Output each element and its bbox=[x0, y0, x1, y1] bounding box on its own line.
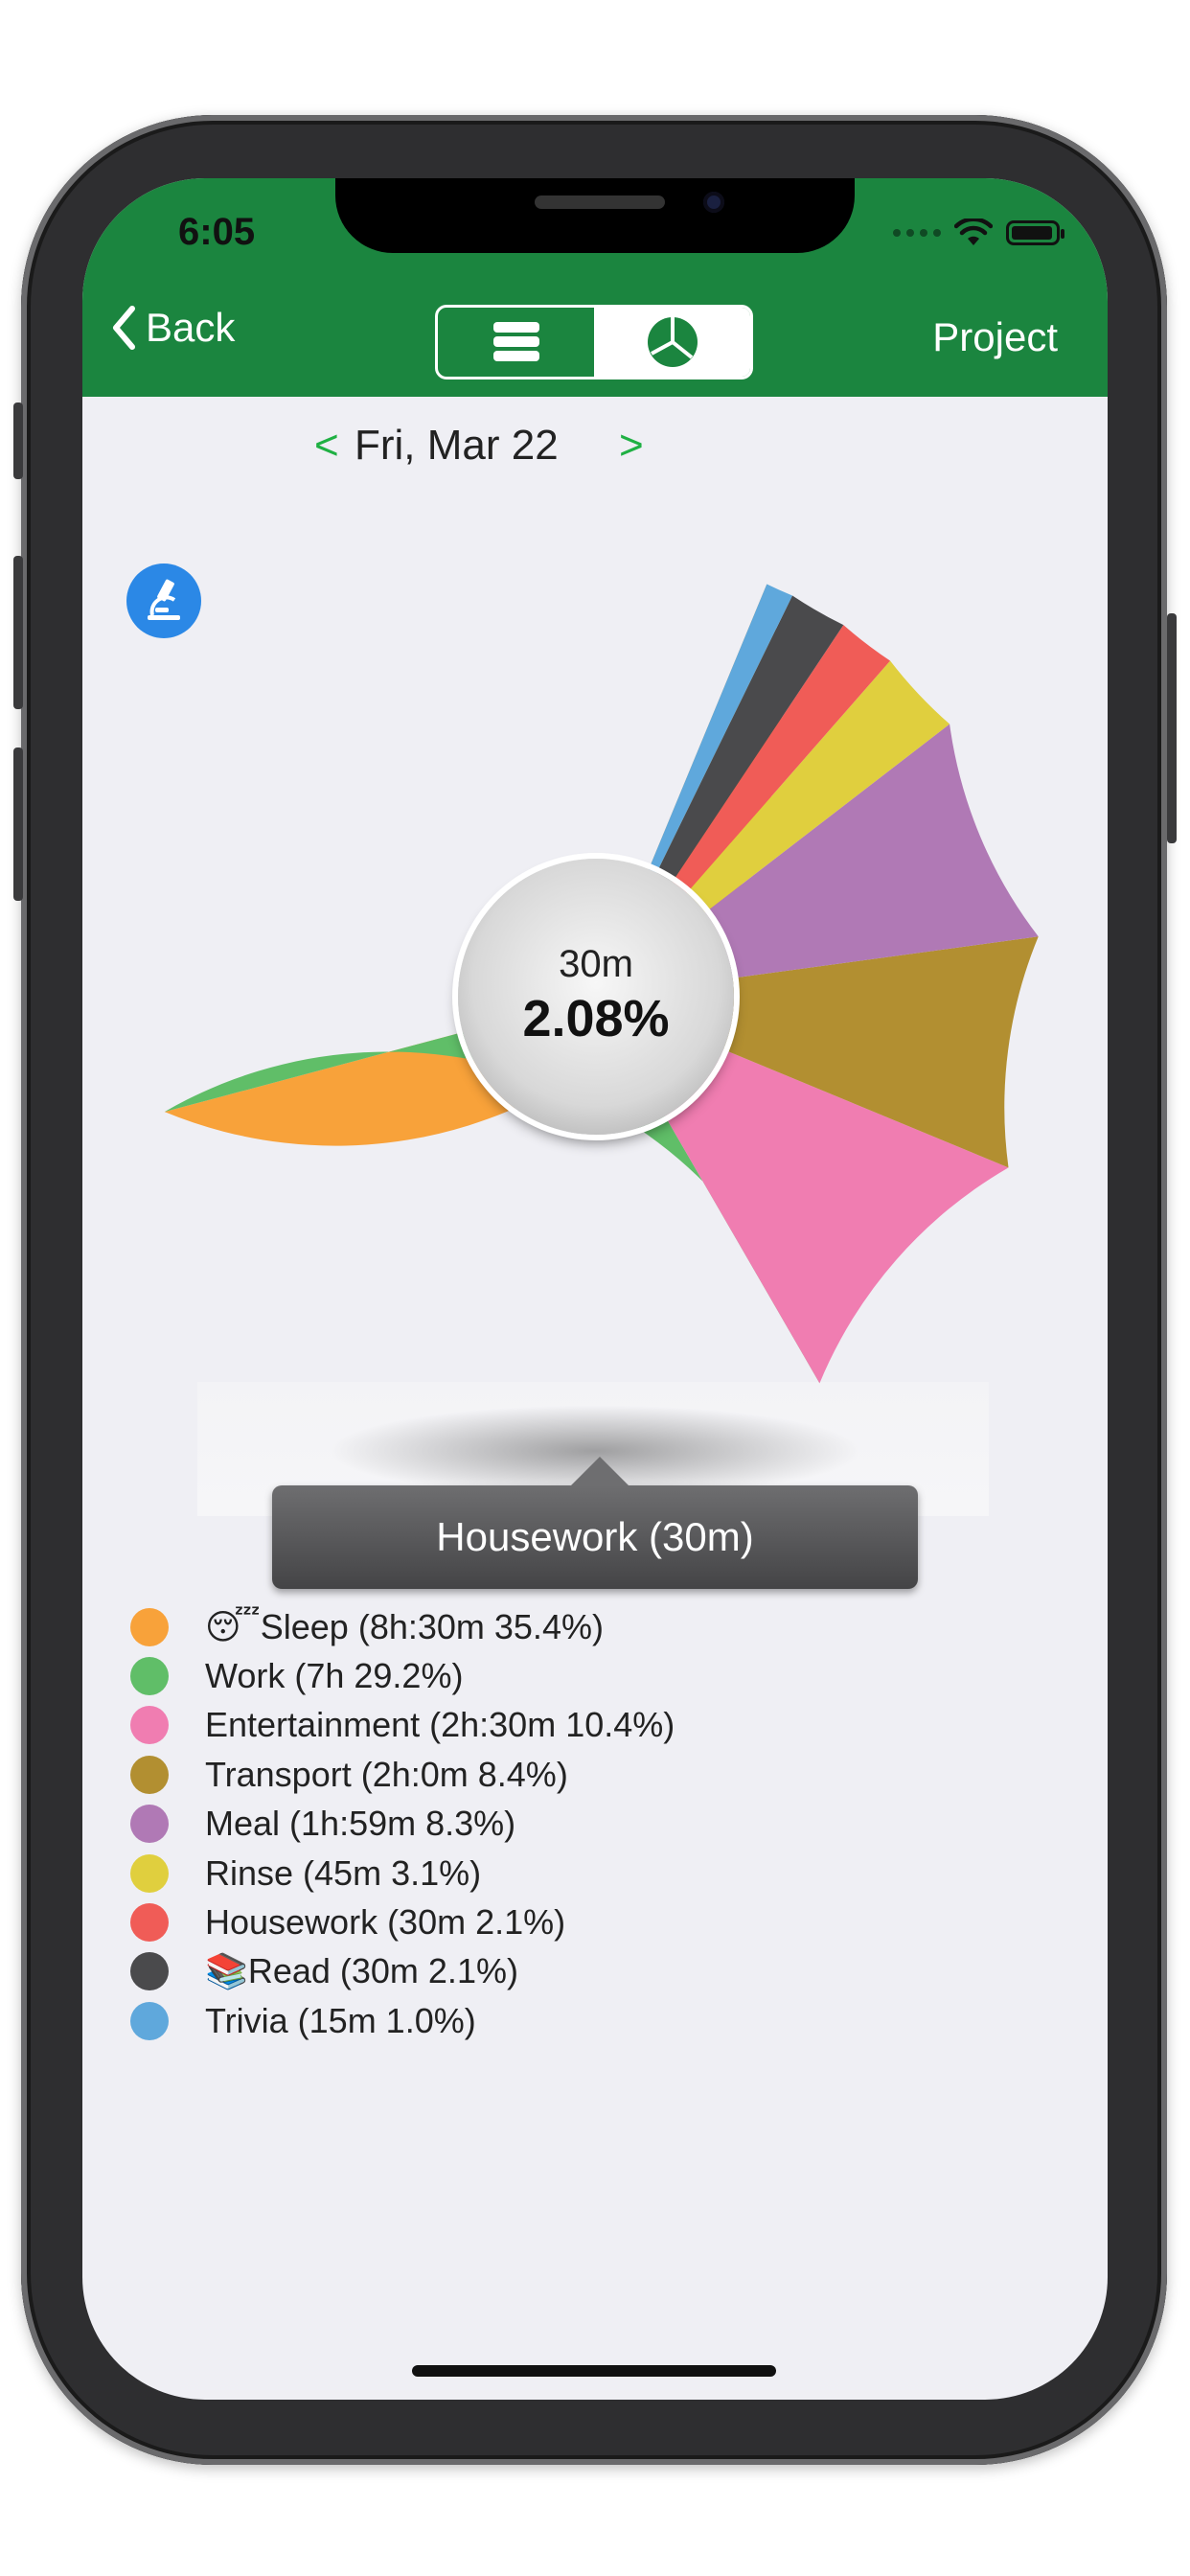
legend-color-dot bbox=[130, 1903, 169, 1943]
legend-color-dot bbox=[130, 1755, 169, 1794]
legend-color-dot bbox=[130, 1952, 169, 1991]
legend-color-dot bbox=[130, 1853, 169, 1893]
home-indicator[interactable] bbox=[412, 2365, 776, 2377]
pie-center-label: 30m 2.08% bbox=[458, 859, 734, 1135]
legend-item[interactable]: 📚Read (30m 2.1%) bbox=[130, 1947, 675, 1996]
legend-item[interactable]: Rinse (45m 3.1%) bbox=[130, 1849, 675, 1898]
legend-label: 😴Sleep (8h:30m 35.4%) bbox=[205, 1606, 604, 1646]
legend-item[interactable]: Work (7h 29.2%) bbox=[130, 1651, 675, 1700]
legend-label: Work (7h 29.2%) bbox=[205, 1656, 464, 1696]
legend-color-dot bbox=[130, 2001, 169, 2040]
legend-item[interactable]: Housework (30m 2.1%) bbox=[130, 1898, 675, 1946]
legend-color-dot bbox=[130, 1706, 169, 1745]
tooltip-arrow bbox=[571, 1457, 629, 1485]
phone-mute-switch bbox=[13, 402, 23, 479]
legend-item[interactable]: Transport (2h:0m 8.4%) bbox=[130, 1750, 675, 1799]
legend-label: Transport (2h:0m 8.4%) bbox=[205, 1754, 568, 1794]
legend-item[interactable]: Trivia (15m 1.0%) bbox=[130, 1996, 675, 2045]
legend-item[interactable]: Meal (1h:59m 8.3%) bbox=[130, 1800, 675, 1849]
selected-duration: 30m bbox=[559, 943, 633, 985]
legend-color-dot bbox=[130, 1657, 169, 1696]
tooltip-text: Housework (30m) bbox=[436, 1514, 754, 1559]
legend-item[interactable]: 😴Sleep (8h:30m 35.4%) bbox=[130, 1602, 675, 1651]
phone-volume-up bbox=[13, 556, 23, 709]
legend-label: Trivia (15m 1.0%) bbox=[205, 2000, 476, 2040]
legend-label: Meal (1h:59m 8.3%) bbox=[205, 1804, 516, 1844]
phone-power-button bbox=[1167, 613, 1177, 843]
slice-tooltip: Housework (30m) bbox=[272, 1457, 918, 1589]
legend-item[interactable]: Entertainment (2h:30m 10.4%) bbox=[130, 1701, 675, 1750]
legend-label: 📚Read (30m 2.1%) bbox=[205, 1951, 518, 1991]
app-screen: 6:05 Back Project < Fri, Mar 22 > 30m 2.… bbox=[82, 178, 1108, 2400]
selected-percent: 2.08% bbox=[522, 990, 670, 1047]
legend-color-dot bbox=[130, 1607, 169, 1646]
pie-chart bbox=[164, 584, 1039, 1384]
legend: 😴Sleep (8h:30m 35.4%) Work (7h 29.2%) En… bbox=[130, 1602, 675, 2046]
legend-color-dot bbox=[130, 1805, 169, 1844]
legend-label: Entertainment (2h:30m 10.4%) bbox=[205, 1705, 675, 1745]
phone-volume-down bbox=[13, 748, 23, 901]
legend-label: Rinse (45m 3.1%) bbox=[205, 1852, 482, 1893]
legend-label: Housework (30m 2.1%) bbox=[205, 1902, 566, 1943]
